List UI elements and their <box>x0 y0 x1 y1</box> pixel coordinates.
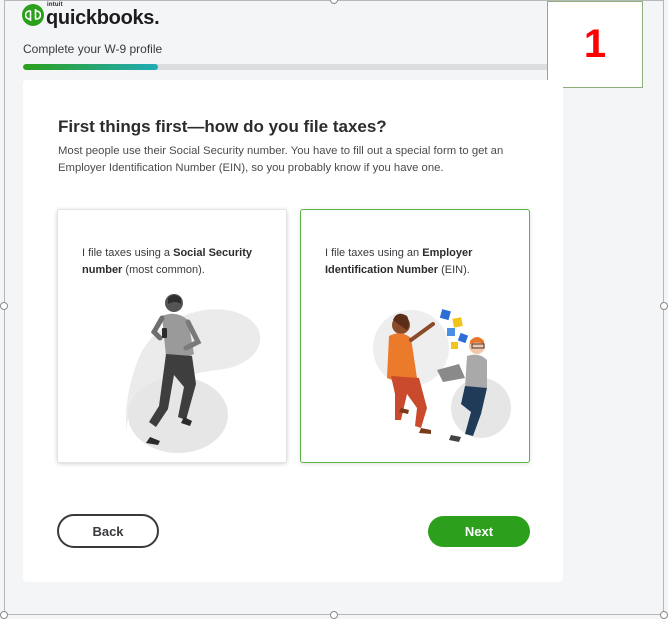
quickbooks-logo-icon <box>22 4 44 26</box>
option-ssn-prefix: I file taxes using a <box>82 247 174 259</box>
two-people-with-laptop-illustration <box>373 309 511 442</box>
brand-name: quickbooks. <box>46 7 160 29</box>
resize-handle-bottom-right[interactable] <box>660 611 668 619</box>
option-ein-suffix: (EIN). <box>438 264 470 276</box>
back-button[interactable]: Back <box>57 514 159 548</box>
option-ssn-text: I file taxes using a Social Security num… <box>82 245 262 279</box>
progress-bar-fill <box>23 64 158 70</box>
step-number: 1 <box>583 22 607 66</box>
progress-bar <box>23 64 563 70</box>
resize-handle-bottom-left[interactable] <box>0 611 8 619</box>
resize-handle-top[interactable] <box>330 0 338 4</box>
step-number-annotation: 1 <box>547 1 643 88</box>
option-ein-card[interactable]: I file taxes using an Employer Identific… <box>300 209 530 463</box>
option-ssn-card[interactable]: I file taxes using a Social Security num… <box>57 209 287 463</box>
tax-filing-card: First things first—how do you file taxes… <box>23 80 563 582</box>
resize-handle-right[interactable] <box>660 302 668 310</box>
page-title: First things first—how do you file taxes… <box>58 117 387 136</box>
option-ssn-suffix: (most common). <box>122 264 205 276</box>
brand-logo: intuit quickbooks. <box>22 2 160 29</box>
page-description: Most people use their Social Security nu… <box>58 145 504 174</box>
next-button[interactable]: Next <box>428 516 530 547</box>
profile-progress-label: Complete your W-9 profile <box>23 42 163 56</box>
option-ein-text: I file taxes using an Employer Identific… <box>325 245 505 279</box>
person-walking-with-phone-illustration <box>126 294 261 453</box>
resize-handle-bottom[interactable] <box>330 611 338 619</box>
option-ein-prefix: I file taxes using an <box>325 247 423 259</box>
resize-handle-left[interactable] <box>0 302 8 310</box>
